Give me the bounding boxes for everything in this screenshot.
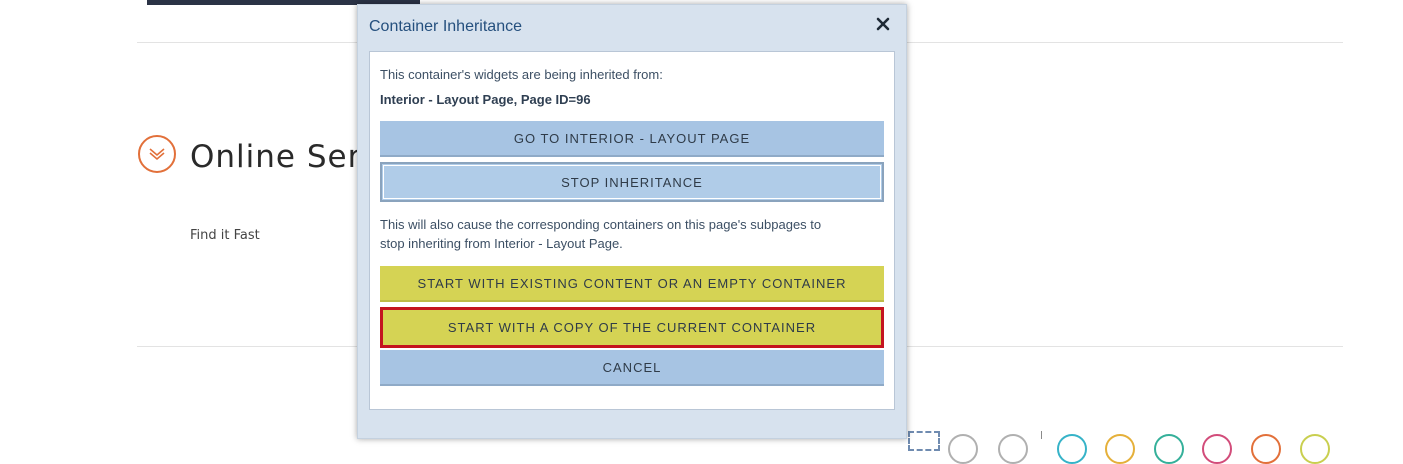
- section-expand-button[interactable]: [138, 135, 176, 173]
- start-existing-content-button[interactable]: START WITH EXISTING CONTENT OR AN EMPTY …: [380, 266, 884, 302]
- start-copy-button[interactable]: START WITH A COPY OF THE CURRENT CONTAIN…: [380, 307, 884, 348]
- source-page-label: Interior - Layout Page, Page ID=96: [380, 92, 591, 107]
- stop-inheritance-button[interactable]: STOP INHERITANCE: [380, 162, 884, 202]
- section-title: Online Serv: [190, 139, 381, 175]
- dialog-body: This container's widgets are being inher…: [369, 51, 895, 410]
- go-to-layout-page-button[interactable]: GO TO INTERIOR - LAYOUT PAGE: [380, 121, 884, 157]
- intro-text: This container's widgets are being inher…: [380, 67, 663, 82]
- dialog-title: Container Inheritance: [369, 18, 522, 35]
- cancel-button[interactable]: CANCEL: [380, 350, 884, 386]
- chevron-down-icon: [149, 148, 165, 161]
- warning-text-line2: stop inheriting from Interior - Layout P…: [380, 236, 623, 251]
- divider-line: [1041, 431, 1042, 439]
- widget-placeholder[interactable]: [908, 431, 940, 451]
- close-icon[interactable]: [874, 15, 892, 33]
- container-inheritance-dialog: Container Inheritance This container's w…: [357, 4, 907, 439]
- warning-text-line1: This will also cause the corresponding c…: [380, 217, 822, 232]
- find-it-fast-link[interactable]: Find it Fast: [190, 228, 260, 243]
